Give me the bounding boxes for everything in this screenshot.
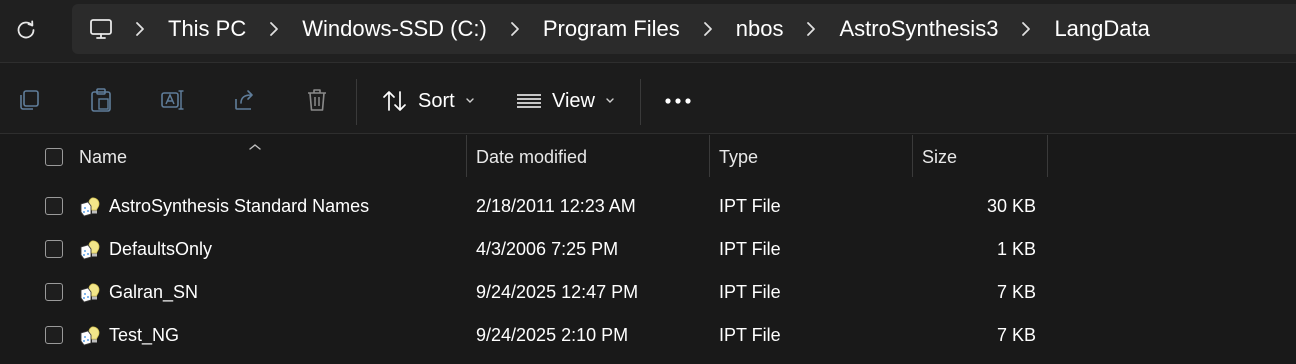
file-name: AstroSynthesis Standard Names (109, 196, 370, 216)
trash-icon (308, 89, 326, 111)
breadcrumb-astrosynthesis3[interactable]: AstroSynthesis3 (833, 16, 1004, 42)
clipboard-icon (91, 88, 111, 112)
ipt-file-icon (80, 283, 100, 303)
chevron-right-icon[interactable] (252, 21, 296, 37)
share-button[interactable] (232, 87, 258, 113)
paste-button[interactable] (88, 87, 114, 113)
sort-button[interactable]: Sort (382, 85, 475, 117)
file-size: 1 KB (996, 239, 1036, 259)
rename-button[interactable] (160, 87, 186, 113)
sort-arrows-icon (383, 91, 406, 111)
rename-icon (161, 90, 184, 110)
file-type: IPT File (719, 239, 781, 259)
file-date: 9/24/2025 12:47 PM (476, 282, 639, 302)
column-header-name[interactable]: Name (79, 135, 127, 179)
file-name: Galran_SN (109, 282, 199, 302)
column-divider[interactable] (912, 135, 913, 177)
row-checkbox[interactable] (45, 283, 63, 301)
file-row[interactable]: Test_NG 9/24/2025 2:10 PM IPT File 7 KB (0, 314, 1296, 357)
file-row[interactable]: Galran_SN 9/24/2025 12:47 PM IPT File 7 … (0, 271, 1296, 314)
more-dots-icon (665, 98, 691, 104)
sort-label: Sort (418, 89, 455, 112)
chevron-right-icon[interactable] (1004, 21, 1048, 37)
breadcrumb-drive[interactable]: Windows-SSD (C:) (296, 16, 493, 42)
breadcrumb-this-pc[interactable]: This PC (162, 16, 252, 42)
file-row[interactable]: DefaultsOnly 4/3/2006 7:25 PM IPT File 1… (0, 228, 1296, 271)
breadcrumb-langdata[interactable]: LangData (1048, 16, 1155, 42)
chevron-down-icon (465, 97, 475, 105)
copy-button[interactable] (16, 87, 42, 113)
file-name: DefaultsOnly (109, 239, 213, 259)
this-pc-monitor-icon[interactable] (88, 17, 118, 41)
command-bar: Sort View (0, 62, 1296, 134)
toolbar-divider (640, 79, 641, 125)
ipt-file-icon (80, 240, 100, 260)
chevron-down-icon (605, 97, 615, 105)
column-divider[interactable] (709, 135, 710, 177)
chevron-right-icon[interactable] (118, 21, 162, 37)
share-icon (235, 90, 253, 110)
view-button[interactable]: View (516, 85, 615, 117)
list-view-icon (517, 94, 541, 108)
file-type: IPT File (719, 196, 781, 216)
column-header-type[interactable]: Type (719, 135, 758, 179)
file-size: 7 KB (996, 282, 1036, 302)
column-divider[interactable] (466, 135, 467, 177)
delete-button[interactable] (304, 87, 330, 113)
column-header-row: Name Date modified Type Size (0, 135, 1296, 179)
file-size: 7 KB (996, 325, 1036, 345)
ipt-file-icon (80, 326, 100, 346)
file-type: IPT File (719, 282, 781, 302)
file-date: 9/24/2025 2:10 PM (476, 325, 629, 345)
refresh-icon (17, 20, 35, 39)
sort-indicator-icon (248, 135, 262, 156)
address-row: This PC Windows-SSD (C:) Program Files n… (0, 0, 1296, 62)
breadcrumb: This PC Windows-SSD (C:) Program Files n… (88, 0, 1156, 58)
row-checkbox[interactable] (45, 197, 63, 215)
column-divider[interactable] (1047, 135, 1048, 177)
chevron-right-icon[interactable] (789, 21, 833, 37)
row-checkbox[interactable] (45, 326, 63, 344)
row-checkbox[interactable] (45, 240, 63, 258)
copy-icon (20, 90, 39, 110)
file-list: Name Date modified Type Size AstroSynthe… (0, 135, 1296, 364)
column-header-date[interactable]: Date modified (476, 135, 587, 179)
breadcrumb-program-files[interactable]: Program Files (537, 16, 686, 42)
file-size: 30 KB (986, 196, 1036, 216)
file-name: Test_NG (109, 325, 180, 345)
toolbar-divider (356, 79, 357, 125)
select-all-checkbox[interactable] (45, 148, 63, 166)
breadcrumb-nbos[interactable]: nbos (730, 16, 790, 42)
more-options-button[interactable] (664, 85, 692, 117)
file-row[interactable]: AstroSynthesis Standard Names 2/18/2011 … (0, 185, 1296, 228)
chevron-right-icon[interactable] (686, 21, 730, 37)
file-type: IPT File (719, 325, 781, 345)
file-date: 4/3/2006 7:25 PM (476, 239, 619, 259)
chevron-right-icon[interactable] (493, 21, 537, 37)
ipt-file-icon (80, 197, 100, 217)
column-header-size[interactable]: Size (922, 135, 957, 179)
view-label: View (552, 89, 595, 112)
file-date: 2/18/2011 12:23 AM (476, 196, 636, 216)
refresh-button[interactable] (12, 16, 40, 44)
